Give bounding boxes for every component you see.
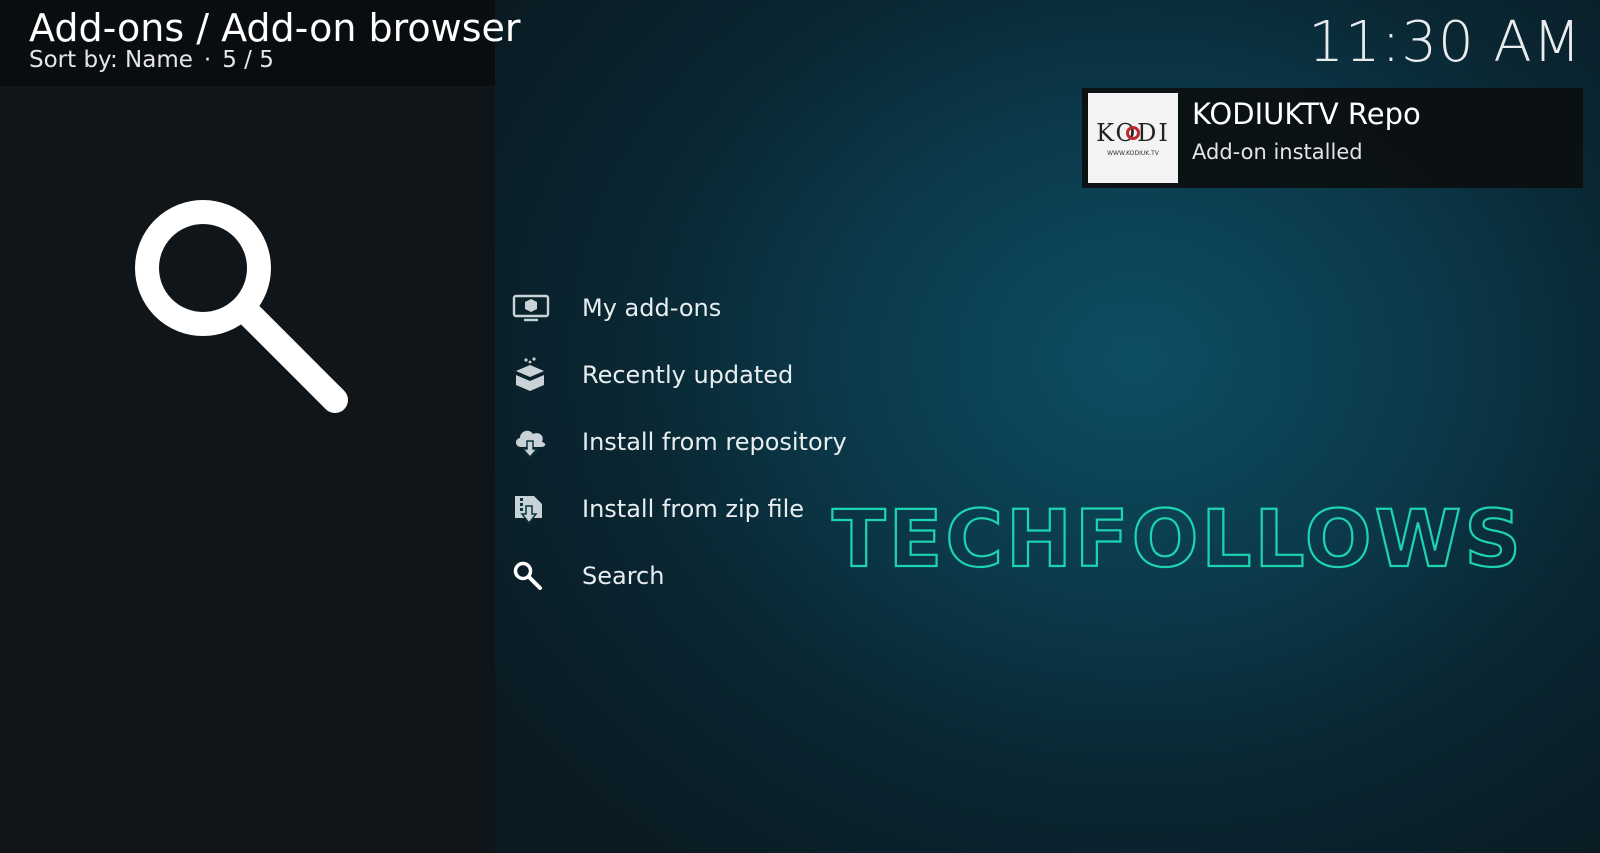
notification-toast: KODI WWW.KODIUK.TV KODIUKTV Repo Add-on …: [1082, 88, 1583, 188]
sort-label[interactable]: Sort by: Name: [29, 47, 193, 73]
menu-item-label: Install from zip file: [582, 494, 805, 523]
menu-item-label: Recently updated: [582, 360, 794, 389]
menu-item-recently-updated[interactable]: Recently updated: [512, 341, 892, 408]
separator-dot: ·: [203, 47, 212, 73]
watermark-logo: TECHFOLLOWS: [831, 498, 1524, 578]
menu-item-install-from-repository[interactable]: Install from repository: [512, 408, 892, 475]
search-icon: [512, 556, 560, 596]
item-count: 5 / 5: [222, 47, 274, 73]
large-search-icon: [135, 200, 348, 413]
left-info-panel: [0, 0, 495, 853]
monitor-box-icon: [512, 288, 560, 328]
cloud-download-icon: [512, 422, 560, 462]
watermark-text: TECHFOLLOWS: [832, 498, 1524, 578]
notification-title: KODIUKTV Repo: [1192, 97, 1421, 131]
menu-item-label: Search: [582, 561, 665, 590]
notification-message: Add-on installed: [1192, 140, 1363, 164]
thumbnail-url-text: WWW.KODIUK.TV: [1107, 150, 1159, 157]
sort-info: Sort by: Name · 5 / 5: [29, 45, 274, 75]
repo-thumbnail: KODI WWW.KODIUK.TV: [1088, 93, 1178, 183]
thumbnail-logo-ring: [1126, 126, 1140, 140]
menu-item-label: Install from repository: [582, 427, 847, 456]
menu-item-my-addons[interactable]: My add-ons: [512, 274, 892, 341]
zip-download-icon: [512, 489, 560, 529]
menu-item-label: My add-ons: [582, 293, 722, 322]
open-box-icon: [512, 355, 560, 395]
clock: 11:30 AM: [1308, 10, 1582, 75]
